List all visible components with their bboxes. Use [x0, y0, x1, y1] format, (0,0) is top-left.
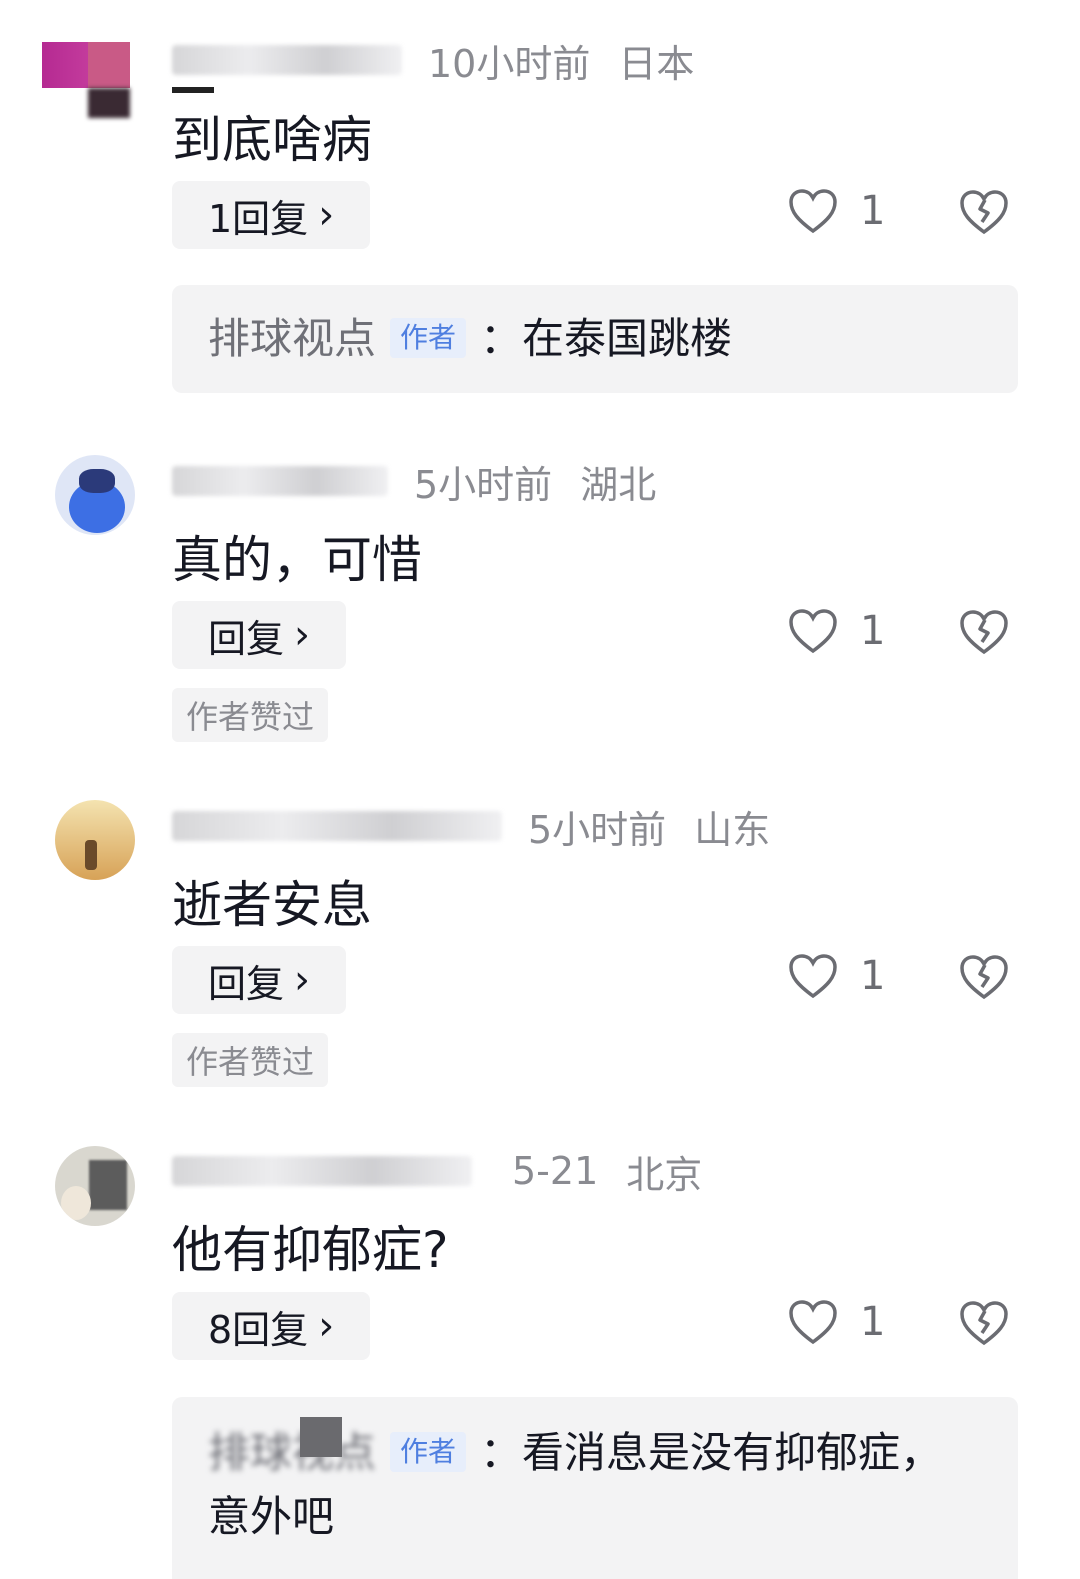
like-button[interactable]: 1	[788, 953, 885, 999]
username[interactable]	[172, 811, 502, 841]
chevron-right-icon: ›	[294, 957, 311, 1003]
like-count: 1	[860, 1299, 886, 1345]
reply-label: 回复	[208, 961, 285, 1006]
dislike-button[interactable]	[958, 953, 1010, 1005]
avatar[interactable]	[55, 1146, 135, 1226]
author-tag: 作者	[390, 1432, 467, 1472]
username[interactable]	[172, 1156, 472, 1186]
reply-button[interactable]: 1回复 ›	[172, 181, 370, 249]
comment-time: 10小时前	[428, 41, 591, 86]
comment-text: 到底啥病	[172, 111, 372, 169]
heart-outline-icon	[789, 1300, 837, 1345]
like-button[interactable]: 1	[788, 608, 885, 654]
comment-meta: 5小时前 湖北	[172, 456, 657, 507]
like-button[interactable]: 1	[788, 188, 885, 234]
author-liked-badge: 作者赞过	[172, 1033, 329, 1087]
broken-heart-icon	[960, 610, 1008, 655]
comment-text: 逝者安息	[172, 876, 372, 934]
name-strip	[172, 87, 214, 93]
comment-meta: 10小时前 日本	[172, 35, 695, 86]
username[interactable]	[172, 45, 402, 75]
broken-heart-icon	[960, 190, 1008, 235]
comment-meta: 5-21 北京	[172, 1146, 703, 1197]
heart-outline-icon	[789, 189, 837, 234]
comment-time: 5小时前	[528, 807, 667, 852]
heart-outline-icon	[789, 954, 837, 999]
comment-text: 他有抑郁症?	[172, 1221, 449, 1279]
chevron-right-icon: ›	[318, 192, 335, 238]
dislike-button[interactable]	[958, 188, 1010, 240]
like-count: 1	[860, 188, 886, 234]
reply-label: 1回复	[208, 196, 309, 241]
redaction-block	[300, 1417, 342, 1457]
comment-text: 真的，可惜	[172, 531, 422, 589]
username[interactable]	[172, 466, 388, 496]
like-button[interactable]: 1	[788, 1299, 885, 1345]
reply-button[interactable]: 8回复 ›	[172, 1292, 370, 1360]
broken-heart-icon	[960, 955, 1008, 1000]
author-name[interactable]: 排球视点	[208, 1421, 376, 1485]
author-reply-text: 在泰国跳楼	[522, 314, 733, 363]
like-count: 1	[860, 608, 886, 654]
comment-location: 北京	[626, 1152, 703, 1197]
author-name[interactable]: 排球视点	[208, 314, 376, 363]
reply-button[interactable]: 回复 ›	[172, 946, 346, 1014]
avatar[interactable]	[42, 42, 130, 118]
comment-location: 湖北	[580, 462, 657, 507]
chevron-right-icon: ›	[318, 1303, 335, 1349]
reply-label: 回复	[208, 616, 285, 661]
author-liked-badge: 作者赞过	[172, 688, 329, 742]
reply-separator: ：	[480, 314, 523, 363]
dislike-button[interactable]	[958, 608, 1010, 660]
comment-location: 日本	[618, 41, 695, 86]
reply-label: 8回复	[208, 1307, 309, 1352]
author-tag: 作者	[390, 318, 467, 358]
broken-heart-icon	[960, 1301, 1008, 1346]
comment-meta: 5小时前 山东	[172, 801, 771, 852]
heart-outline-icon	[789, 609, 837, 654]
author-reply[interactable]: 排球视点 作者 ：在泰国跳楼	[172, 285, 1018, 393]
comment-time: 5小时前	[414, 462, 553, 507]
avatar[interactable]	[55, 800, 135, 880]
comment-time: 5-21	[512, 1149, 599, 1193]
like-count: 1	[860, 953, 886, 999]
reply-button[interactable]: 回复 ›	[172, 601, 346, 669]
author-reply[interactable]: 排球视点 作者 ：看消息是没有抑郁症，意外吧	[172, 1397, 1018, 1579]
avatar[interactable]	[55, 455, 135, 535]
reply-separator: ：	[480, 1428, 523, 1477]
comment-location: 山东	[694, 807, 771, 852]
dislike-button[interactable]	[958, 1299, 1010, 1351]
chevron-right-icon: ›	[294, 612, 311, 658]
